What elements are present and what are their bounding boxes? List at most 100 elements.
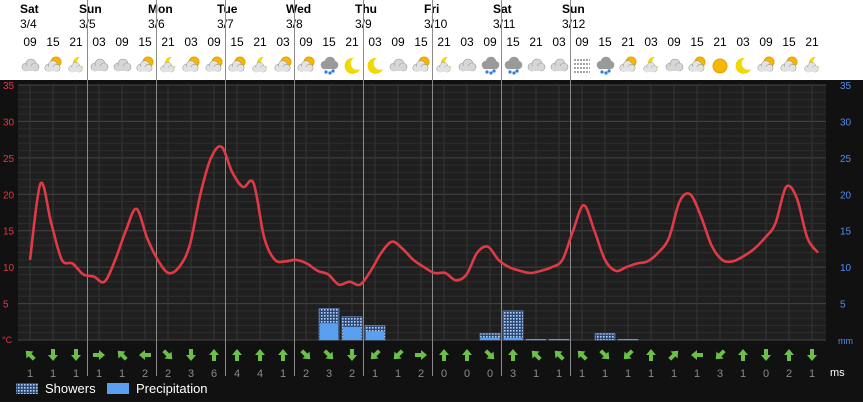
hour-label: 21 [345,35,359,49]
hour-label: 09 [115,35,129,49]
day-name: Sat [20,2,39,16]
wind-speed: 1 [50,368,56,380]
wind-speed: 1 [740,368,746,380]
wind-speed: 3 [188,368,194,380]
day-date: 3/10 [424,17,448,31]
day-name: Sun [562,2,585,16]
precip-axis-tick: 30 [840,117,852,128]
hour-label: 09 [207,35,221,49]
hour-label: 15 [414,35,428,49]
hour-label: 15 [138,35,152,49]
hour-label: 21 [437,35,451,49]
wind-speed: 1 [694,368,700,380]
wind-speed: 1 [671,368,677,380]
wind-speed: 1 [556,368,562,380]
wind-speed: 6 [211,368,217,380]
showers-bar [502,310,524,341]
day-date: 3/4 [20,17,37,31]
day-name: Thu [355,2,377,16]
showers-swatch [16,383,38,394]
hour-label: 15 [598,35,612,49]
showers-bar [548,338,570,341]
precipitation-bar [366,331,384,340]
wind-speed: 2 [349,368,355,380]
day-date: 3/12 [562,17,586,31]
wind-speed: 2 [165,368,171,380]
wind-speed: 0 [487,368,493,380]
wind-speed: 4 [257,368,263,380]
hour-label: 21 [529,35,543,49]
temp-axis-tick: 35 [3,81,15,92]
hour-label: 21 [253,35,267,49]
hour-label: 21 [713,35,727,49]
sunny-icon [712,58,728,74]
hour-label: 15 [690,35,704,49]
precip-axis-unit: mm [838,336,853,346]
precip-axis-tick: 20 [840,190,852,201]
hour-label: 03 [460,35,474,49]
showers-bar [594,333,616,341]
hour-label: 21 [161,35,175,49]
day-name: Sun [79,2,102,16]
day-name: Fri [424,2,439,16]
hour-label: 15 [230,35,244,49]
wind-speed: 3 [717,368,723,380]
wind-speed: 1 [372,368,378,380]
precip-axis-tick: 15 [840,227,852,238]
hour-label: 15 [506,35,520,49]
wind-speed: 1 [119,368,125,380]
wind-speed: 3 [326,368,332,380]
precip-axis-tick: 25 [840,154,852,165]
wind-speed: 2 [142,368,148,380]
temp-axis-unit: °C [2,335,13,345]
hour-label: 09 [575,35,589,49]
day-name: Sat [493,2,512,16]
wind-speed: 1 [395,368,401,380]
wind-speed: 4 [234,368,240,380]
wind-speed: 1 [73,368,79,380]
hour-label: 21 [69,35,83,49]
temp-axis-tick: 30 [3,117,15,128]
hour-label: 21 [621,35,635,49]
temp-axis-tick: 5 [3,300,9,311]
hour-label: 15 [322,35,336,49]
hour-label: 15 [782,35,796,49]
hour-label: 03 [736,35,750,49]
wind-speed: 0 [763,368,769,380]
hour-label: 09 [391,35,405,49]
wind-speed: 2 [303,368,309,380]
wind-speed: 1 [280,368,286,380]
precipitation-bar [320,323,338,340]
weather-forecast-widget: Sat 3/4 Sun 3/5 Mon 3/6 Tue 3/7 Wed 3/8 Thu 3/9 Fri 3… [0,0,863,402]
wind-speed: 1 [96,368,102,380]
wind-speed: 1 [625,368,631,380]
wind-speed: 1 [602,368,608,380]
temp-axis-tick: 20 [3,190,15,201]
wind-speed: 1 [533,368,539,380]
precipitation-bar [504,337,522,340]
wind-speed: 1 [809,368,815,380]
hour-label: 03 [552,35,566,49]
hour-label: 09 [759,35,773,49]
showers-legend-label: Showers [45,381,96,396]
day-name: Mon [148,2,173,16]
showers-bar [525,338,547,341]
forecast-chart: Sat3/4Sun3/5Mon3/6Tue3/7Wed3/8Thu3/9Fri3… [0,0,863,402]
hour-label: 09 [23,35,37,49]
precipitation-bar [343,326,361,340]
temp-axis-tick: 10 [3,263,15,274]
hour-label: 21 [805,35,819,49]
showers-bar [617,338,639,341]
legend: Showers Precipitation [16,381,208,396]
hour-label: 09 [483,35,497,49]
hour-label: 09 [299,35,313,49]
hour-label: 03 [368,35,382,49]
wind-speed: 1 [579,368,585,380]
hour-label: 15 [46,35,60,49]
wind-speed: 2 [786,368,792,380]
wind-speed: 3 [510,368,516,380]
day-name: Tue [217,2,238,16]
wind-speed: 1 [648,368,654,380]
precipitation-legend-label: Precipitation [136,381,208,396]
wind-speed: 1 [27,368,33,380]
